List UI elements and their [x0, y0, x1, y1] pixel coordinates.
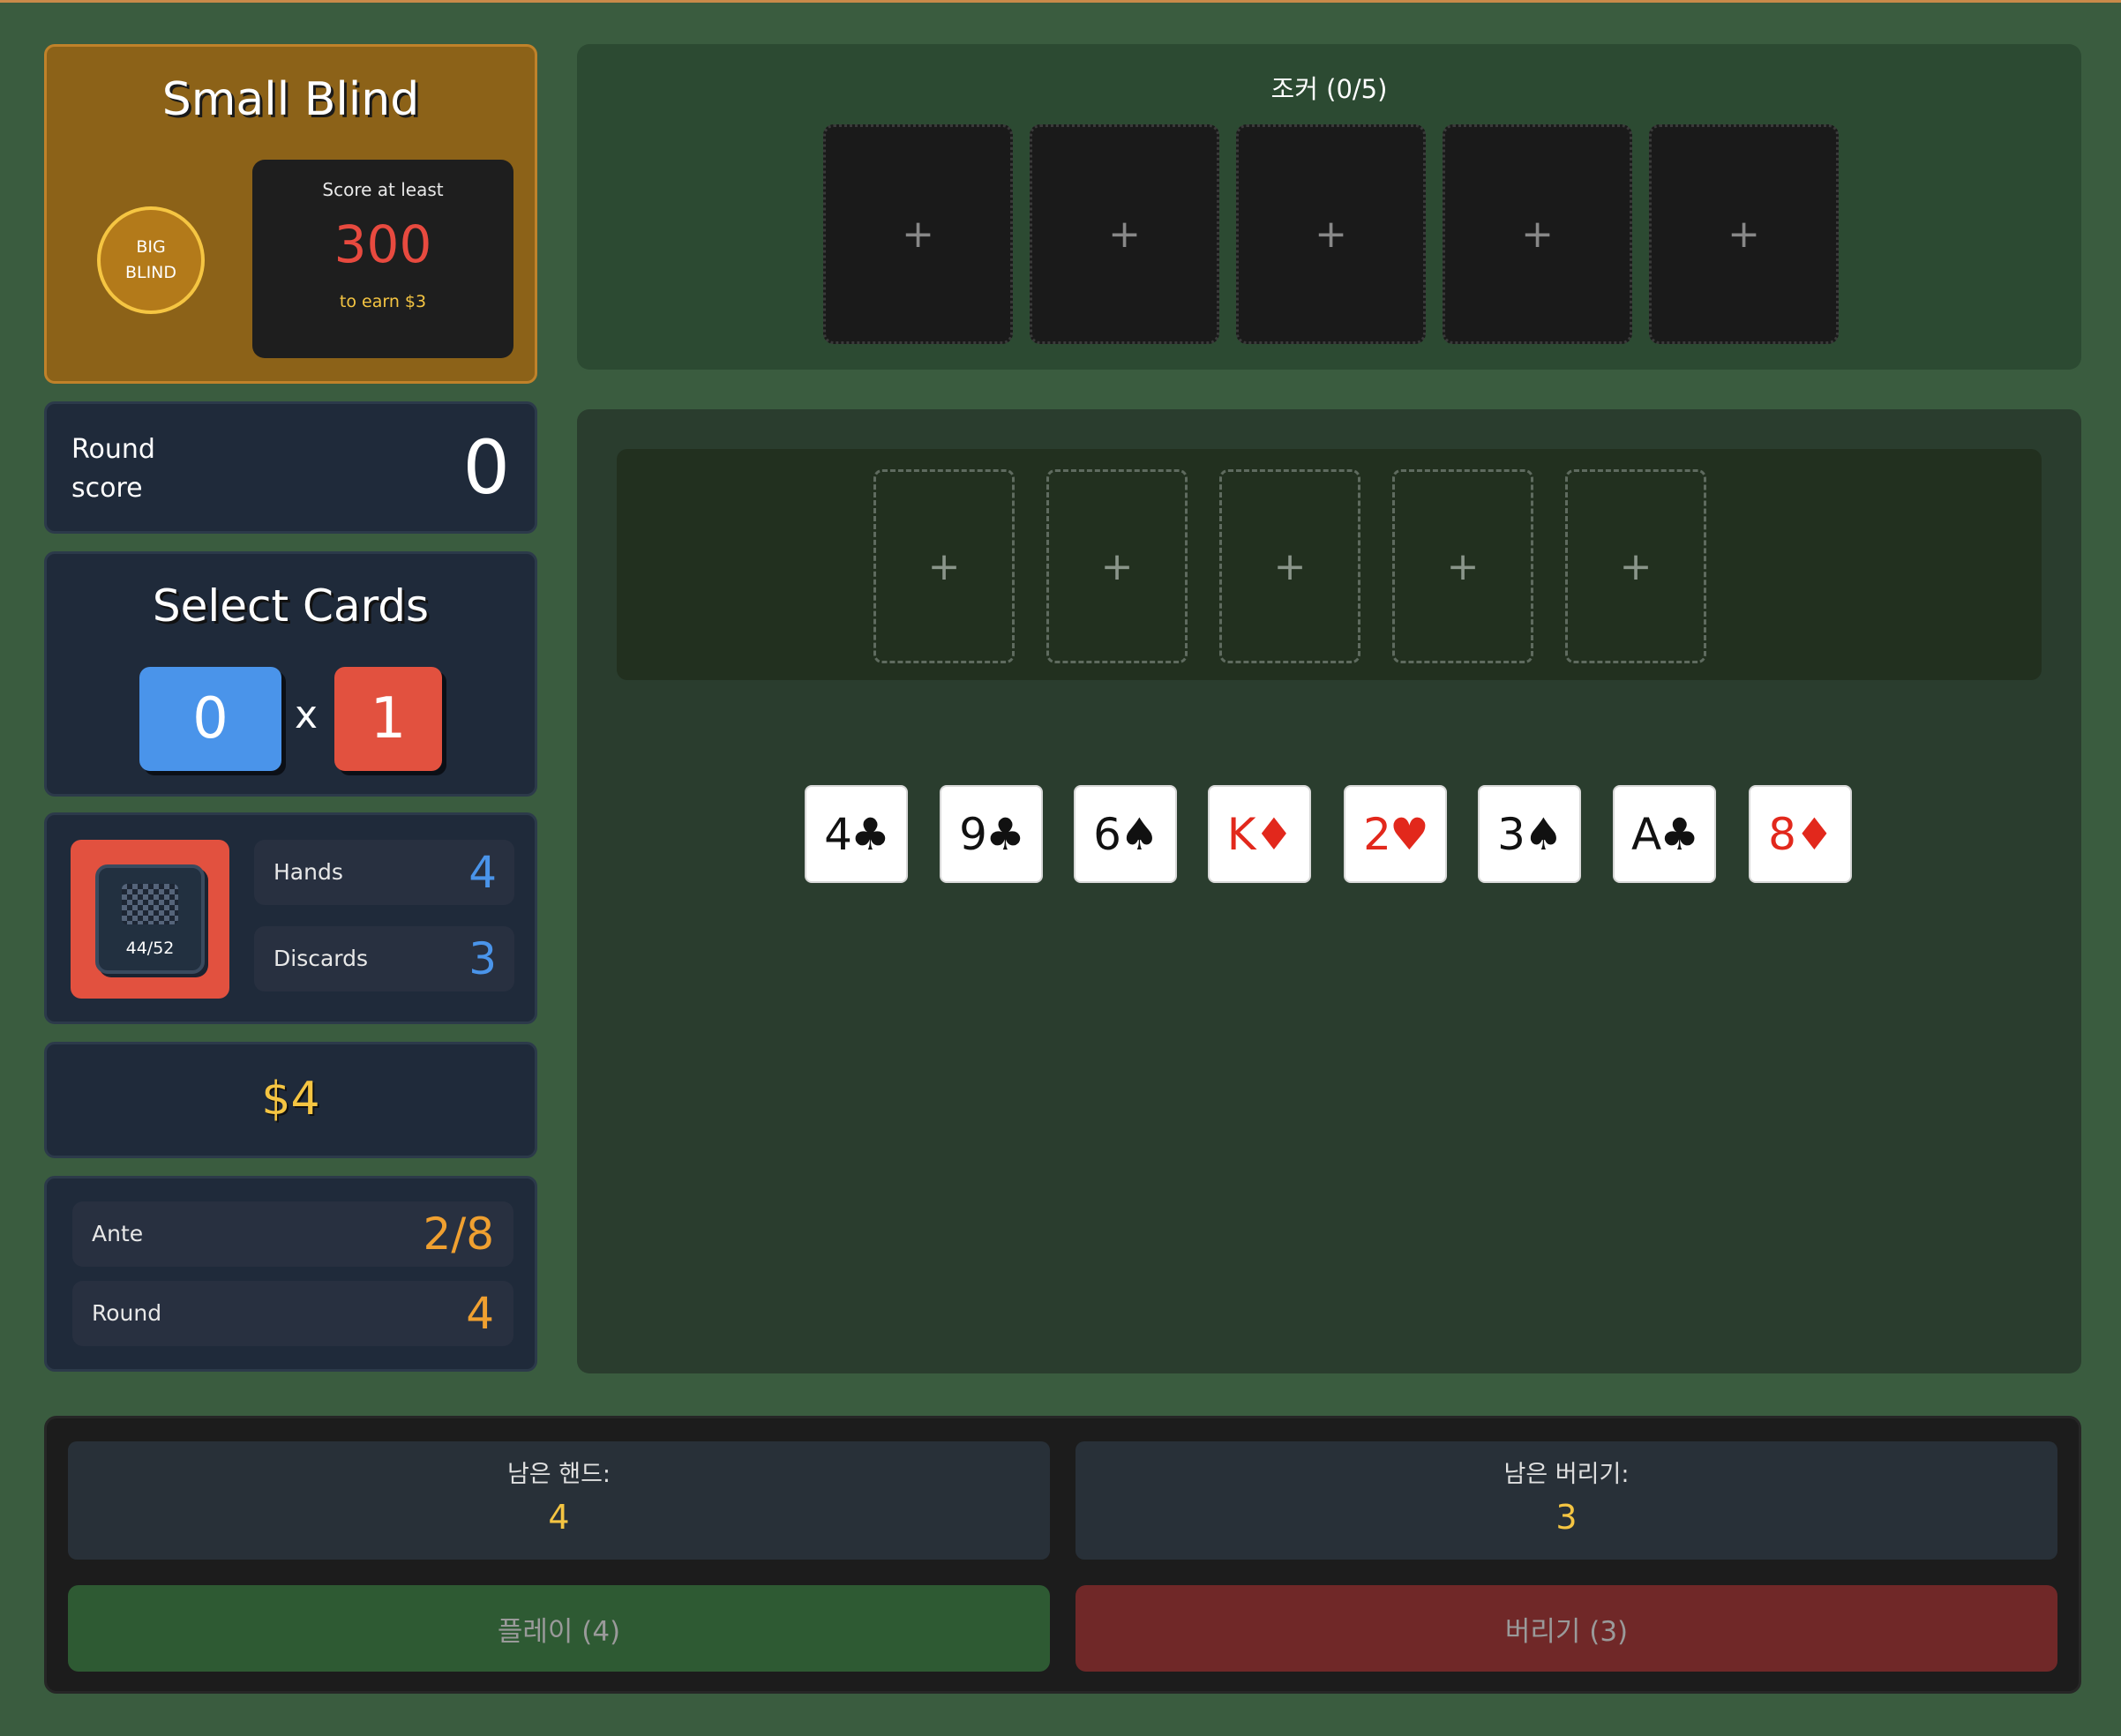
hand-score-panel: Select Cards 0 x 1 — [44, 551, 537, 797]
discards-stat: Discards 3 — [254, 926, 514, 991]
target-label: Score at least — [322, 179, 444, 200]
blind-panel: Small Blind BIG BLIND Score at least 300… — [44, 44, 537, 384]
discard-button[interactable]: 버리기 (3) — [1075, 1585, 2057, 1672]
played-cards-area: + + + + + — [617, 449, 2042, 680]
hand-card[interactable]: 3♠ — [1478, 785, 1581, 883]
discards-left-box: 남은 버리기: 3 — [1075, 1441, 2057, 1560]
deck-card-icon: 44/52 — [95, 864, 205, 974]
discards-label: Discards — [274, 946, 369, 971]
ante-value: 2/8 — [423, 1208, 494, 1260]
checkered-pattern-icon — [122, 884, 178, 924]
joker-slot[interactable]: + — [1443, 124, 1632, 344]
mult-value: 1 — [334, 667, 442, 771]
blind-chip-line2: BLIND — [124, 263, 177, 282]
play-panel: + + + + + 4♣ 9♣ 6♠ K♦ 2♥ 3♠ A♣ 8♦ — [577, 409, 2081, 1373]
hand-card[interactable]: 8♦ — [1749, 785, 1852, 883]
ante-row: Ante 2/8 — [72, 1201, 513, 1267]
discards-left-label: 남은 버리기: — [1503, 1461, 1630, 1488]
play-button[interactable]: 플레이 (4) — [68, 1585, 1050, 1672]
round-row: Round 4 — [72, 1281, 513, 1346]
hand-card[interactable]: A♣ — [1613, 785, 1716, 883]
target-score-box: Score at least 300 to earn $3 — [252, 160, 513, 358]
round-label: Round — [92, 1300, 162, 1326]
deck-count: 44/52 — [125, 939, 175, 958]
deck-button[interactable]: 44/52 — [71, 840, 229, 999]
discards-left-value: 3 — [1555, 1498, 1578, 1537]
hands-left-box: 남은 핸드: 4 — [68, 1441, 1050, 1560]
deck-stats-panel: 44/52 Hands 4 Discards 3 — [44, 812, 537, 1024]
blind-chip-icon: BIG BLIND — [97, 206, 205, 314]
play-slot[interactable]: + — [1219, 469, 1360, 663]
round-score-label: Round score — [71, 434, 155, 504]
joker-slot[interactable]: + — [823, 124, 1013, 344]
hand-card[interactable]: 4♣ — [805, 785, 908, 883]
target-reward: to earn $3 — [339, 292, 427, 311]
play-slot[interactable]: + — [1392, 469, 1533, 663]
joker-slot[interactable]: + — [1649, 124, 1839, 344]
hands-left-value: 4 — [548, 1498, 570, 1537]
ante-panel: Ante 2/8 Round 4 — [44, 1176, 537, 1372]
joker-slot[interactable]: + — [1236, 124, 1426, 344]
hands-value: 4 — [468, 847, 497, 898]
hand-card[interactable]: 2♥ — [1344, 785, 1447, 883]
hands-left-label: 남은 핸드: — [506, 1461, 611, 1488]
discards-value: 3 — [468, 933, 497, 984]
hands-label: Hands — [274, 859, 343, 885]
ante-label: Ante — [92, 1221, 144, 1246]
round-score-panel: Round score 0 — [44, 401, 537, 534]
chips-value: 0 — [139, 667, 281, 771]
money-panel: $4 — [44, 1042, 537, 1158]
target-value: 300 — [334, 214, 432, 274]
times-symbol: x — [295, 692, 319, 737]
hand-type-title: Select Cards — [152, 580, 430, 632]
blind-chip-line1: BIG — [136, 237, 166, 257]
round-value: 4 — [466, 1288, 494, 1339]
action-bar: 남은 핸드: 4 남은 버리기: 3 플레이 (4) 버리기 (3) — [44, 1416, 2081, 1694]
round-score-value: 0 — [462, 424, 510, 511]
joker-slot[interactable]: + — [1030, 124, 1219, 344]
hands-stat: Hands 4 — [254, 840, 514, 905]
hand-card[interactable]: 9♣ — [940, 785, 1043, 883]
blind-title: Small Blind — [161, 73, 420, 126]
play-slot[interactable]: + — [1046, 469, 1188, 663]
play-slot[interactable]: + — [1565, 469, 1706, 663]
joker-title: 조커 (0/5) — [1270, 74, 1388, 104]
hand-card[interactable]: K♦ — [1208, 785, 1311, 883]
play-slot[interactable]: + — [873, 469, 1015, 663]
hand-card[interactable]: 6♠ — [1074, 785, 1177, 883]
joker-panel: 조커 (0/5) + + + + + — [577, 44, 2081, 370]
money-value: $4 — [261, 1073, 320, 1126]
